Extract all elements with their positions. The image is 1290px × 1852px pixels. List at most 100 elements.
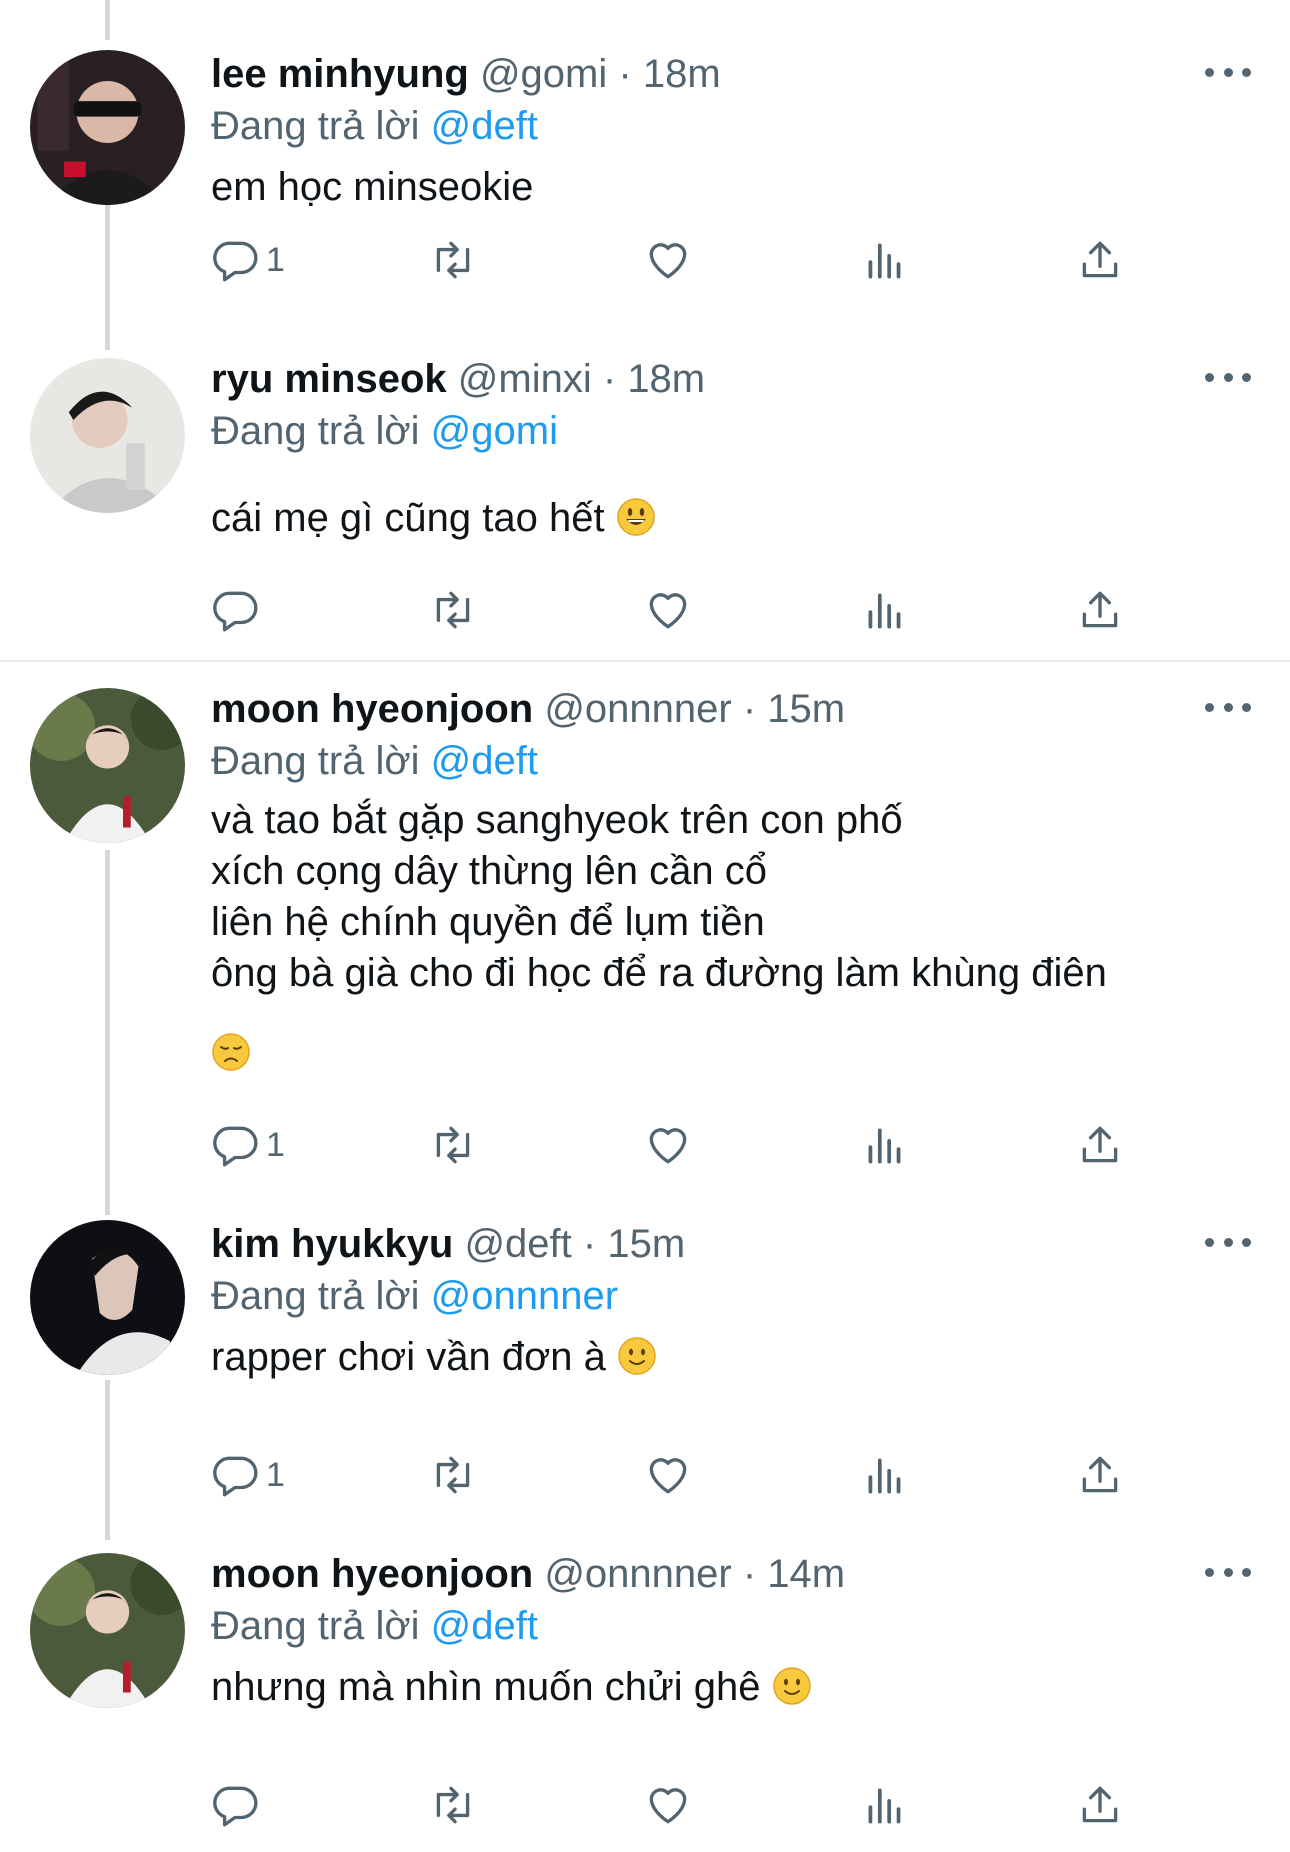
tweet-text-content: nhưng mà nhìn muốn chửi ghê xyxy=(211,1665,761,1709)
views-button[interactable] xyxy=(860,230,910,290)
replying-to-handle[interactable]: @onnnner xyxy=(431,1274,618,1318)
tweet-text-content: và tao bắt gặp sanghyeok trên con phố xí… xyxy=(211,798,1107,995)
replying-to-label: Đang trả lời xyxy=(211,1274,420,1318)
separator-dot: · xyxy=(742,1552,757,1596)
views-button[interactable] xyxy=(860,1445,910,1505)
user-handle[interactable]: @onnnner xyxy=(544,687,731,731)
replying-to-label: Đang trả lời xyxy=(211,409,420,453)
retweet-icon xyxy=(436,241,470,279)
timestamp[interactable]: 18m xyxy=(627,357,705,401)
retweet-button[interactable] xyxy=(428,230,478,290)
separator-dot: · xyxy=(618,52,632,96)
user-handle[interactable]: @onnnner xyxy=(544,1552,731,1596)
like-button[interactable] xyxy=(643,1115,693,1175)
avatar[interactable] xyxy=(30,1553,185,1708)
more-icon[interactable] xyxy=(1205,365,1251,389)
reply-button[interactable]: 1 xyxy=(210,1445,285,1505)
heart-icon xyxy=(649,1458,687,1494)
replying-to-handle[interactable]: @deft xyxy=(431,739,538,783)
reply-button[interactable] xyxy=(210,580,266,640)
heart-icon xyxy=(649,593,687,629)
replying-to: Đang trả lời @deft xyxy=(211,737,538,785)
reply-icon xyxy=(213,1126,258,1167)
reply-icon xyxy=(213,591,258,632)
replying-to-handle[interactable]: @deft xyxy=(431,104,538,148)
timestamp[interactable]: 15m xyxy=(607,1222,685,1266)
disappointed-face-emoji xyxy=(212,1033,250,1071)
retweet-button[interactable] xyxy=(428,1775,478,1835)
replying-to-label: Đang trả lời xyxy=(211,1604,420,1648)
slightly-smiling-face-emoji xyxy=(772,1667,811,1705)
separator-dot: · xyxy=(602,357,617,401)
views-button[interactable] xyxy=(860,1115,910,1175)
slightly-smiling-face-emoji xyxy=(618,1337,656,1375)
replying-to: Đang trả lời @deft xyxy=(211,1602,538,1650)
tweet[interactable]: lee minhyung @gomi · 18m Đang trả lời @d… xyxy=(0,50,1290,340)
retweet-icon xyxy=(436,1456,470,1494)
tweet[interactable]: moon hyeonjoon @onnnner · 15m Đang trả l… xyxy=(0,685,1290,1185)
share-button[interactable] xyxy=(1075,580,1125,640)
replying-to-handle[interactable]: @deft xyxy=(431,1604,538,1648)
timestamp[interactable]: 18m xyxy=(643,52,721,96)
views-button[interactable] xyxy=(860,1775,910,1835)
timestamp[interactable]: 14m xyxy=(767,1552,845,1596)
action-bar: 1 xyxy=(0,230,1290,290)
reply-button[interactable] xyxy=(210,1775,266,1835)
separator-dot: · xyxy=(582,1222,597,1266)
avatar[interactable] xyxy=(30,50,185,205)
more-icon[interactable] xyxy=(1205,1230,1251,1254)
display-name[interactable]: moon hyeonjoon xyxy=(211,1552,533,1596)
share-button[interactable] xyxy=(1075,1115,1125,1175)
share-icon xyxy=(1082,1456,1118,1493)
retweet-button[interactable] xyxy=(428,1115,478,1175)
like-button[interactable] xyxy=(643,580,693,640)
share-button[interactable] xyxy=(1075,230,1125,290)
action-bar: 1 xyxy=(0,1115,1290,1175)
avatar[interactable] xyxy=(30,688,185,843)
reply-button[interactable]: 1 xyxy=(210,230,285,290)
timestamp[interactable]: 15m xyxy=(767,687,845,731)
share-button[interactable] xyxy=(1075,1775,1125,1835)
thread-line xyxy=(105,0,110,40)
reply-count: 1 xyxy=(266,240,285,279)
replying-to-label: Đang trả lời xyxy=(211,739,420,783)
avatar[interactable] xyxy=(30,1220,185,1375)
more-icon[interactable] xyxy=(1205,695,1251,719)
more-icon[interactable] xyxy=(1205,1560,1251,1584)
replying-to: Đang trả lời @gomi xyxy=(211,407,558,455)
user-handle[interactable]: @gomi xyxy=(480,52,607,96)
avatar[interactable] xyxy=(30,358,185,513)
display-name[interactable]: lee minhyung xyxy=(211,52,469,96)
reply-button[interactable]: 1 xyxy=(210,1115,285,1175)
display-name[interactable]: moon hyeonjoon xyxy=(211,687,533,731)
replying-to-label: Đang trả lời xyxy=(211,104,420,148)
tweet-text: rapper chơi vần đơn à xyxy=(211,1332,657,1383)
display-name[interactable]: ryu minseok xyxy=(211,357,447,401)
retweet-button[interactable] xyxy=(428,580,478,640)
share-icon xyxy=(1082,241,1118,278)
views-icon xyxy=(868,1458,901,1494)
share-button[interactable] xyxy=(1075,1445,1125,1505)
thread-divider xyxy=(0,660,1290,662)
more-icon[interactable] xyxy=(1205,60,1251,84)
user-handle[interactable]: @minxi xyxy=(458,357,592,401)
action-bar xyxy=(0,580,1290,640)
replying-to-handle[interactable]: @gomi xyxy=(431,409,558,453)
user-handle[interactable]: @deft xyxy=(464,1222,571,1266)
reply-count: 1 xyxy=(266,1455,285,1494)
display-name[interactable]: kim hyukkyu xyxy=(211,1222,453,1266)
action-bar: 1 xyxy=(0,1445,1290,1505)
separator-dot: · xyxy=(742,687,757,731)
share-icon xyxy=(1082,591,1118,628)
heart-icon xyxy=(649,243,687,279)
tweet-text: em học minseokie xyxy=(211,162,533,213)
retweet-button[interactable] xyxy=(428,1445,478,1505)
like-button[interactable] xyxy=(643,1445,693,1505)
views-icon xyxy=(868,243,901,279)
reply-feed: lee minhyung @gomi · 18m Đang trả lời @d… xyxy=(0,0,1290,1852)
views-button[interactable] xyxy=(860,580,910,640)
tweet-text-content: em học minseokie xyxy=(211,165,534,209)
like-button[interactable] xyxy=(643,230,693,290)
tweet-header: moon hyeonjoon @onnnner · 14m xyxy=(211,1550,845,1598)
like-button[interactable] xyxy=(643,1775,693,1835)
